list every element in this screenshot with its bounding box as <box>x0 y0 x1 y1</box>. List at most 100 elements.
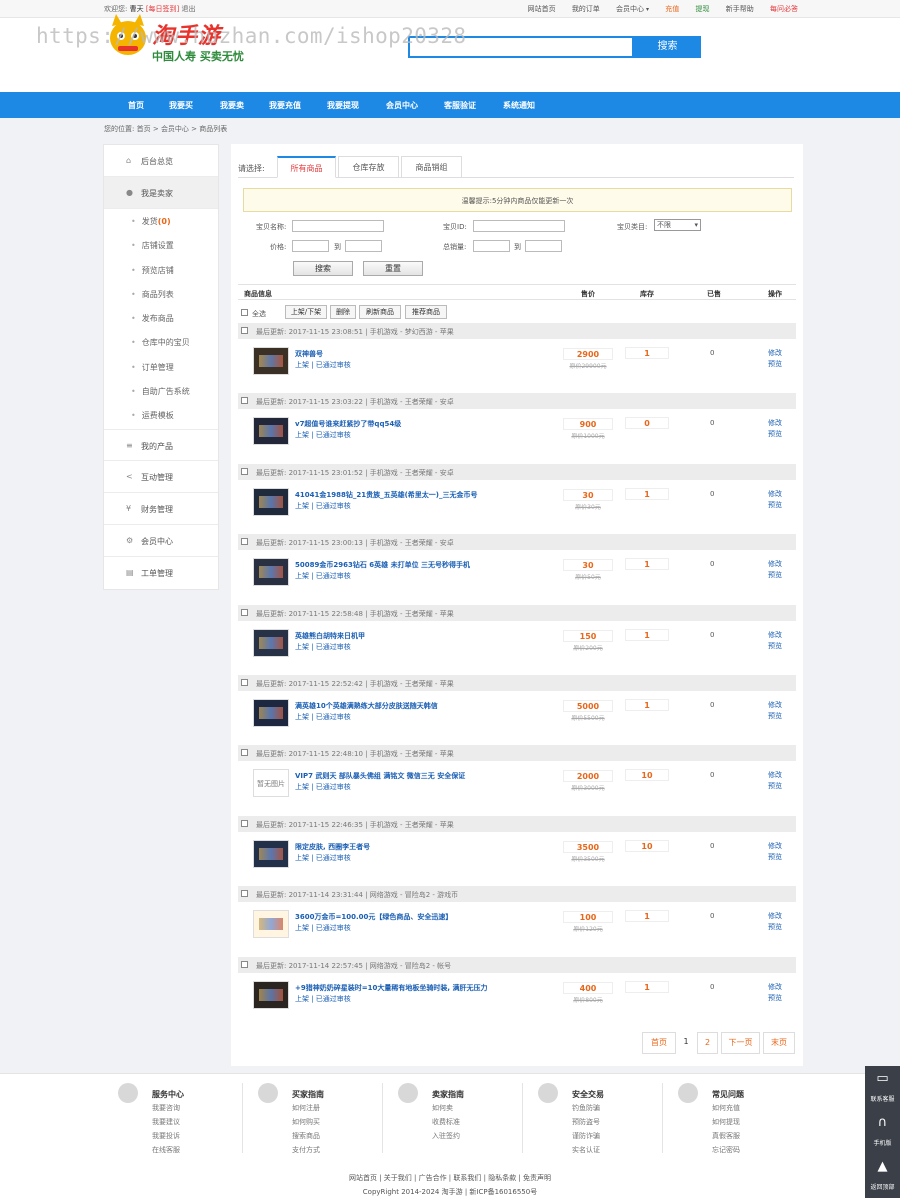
search-button[interactable]: 搜索 <box>634 36 701 58</box>
filter-price-min[interactable] <box>292 240 329 252</box>
filter-name-input[interactable] <box>292 220 384 232</box>
float-mobile[interactable]: ∩ 手机版 <box>865 1110 900 1154</box>
logout-link[interactable]: 退出 <box>182 5 196 13</box>
pager-page-2[interactable]: 2 <box>697 1032 718 1054</box>
preview-link[interactable]: 预览 <box>768 922 782 933</box>
edit-link[interactable]: 修改 <box>768 559 782 570</box>
row-checkbox[interactable] <box>241 397 248 404</box>
sidebar-item-member-center[interactable]: ⚙ 会员中心 <box>104 525 218 557</box>
reset-filter-button[interactable]: 重置 <box>363 261 423 276</box>
footer-link[interactable]: 支付方式 <box>292 1145 320 1155</box>
product-title[interactable]: 满英雄10个英雄满熟练大部分皮肤送随天韩信 <box>295 701 438 711</box>
footer-link[interactable]: 搜索商品 <box>292 1131 320 1141</box>
preview-link[interactable]: 预览 <box>768 570 782 581</box>
tab-warehouse[interactable]: 仓库存放 <box>338 156 399 178</box>
row-checkbox[interactable] <box>241 749 248 756</box>
product-title[interactable]: 3600万金币=100.00元【绿色商品、安全迅速】 <box>295 912 452 922</box>
footer-link[interactable]: 如何提现 <box>712 1117 740 1127</box>
footer-link[interactable]: 预防盗号 <box>572 1117 600 1127</box>
product-thumbnail[interactable] <box>253 417 289 445</box>
preview-link[interactable]: 预览 <box>768 711 782 722</box>
nav-home[interactable]: 首页 <box>128 100 144 111</box>
row-checkbox[interactable] <box>241 609 248 616</box>
sidebar-sub-warehouse[interactable]: 仓库中的宝贝 <box>131 337 190 348</box>
nav-service-verify[interactable]: 客服验证 <box>444 100 476 111</box>
filter-category-select[interactable]: 不限 ▾ <box>654 219 701 231</box>
product-thumbnail[interactable] <box>253 699 289 727</box>
product-thumbnail[interactable]: 暂无图片 <box>253 769 289 797</box>
float-contact-service[interactable]: ▭ 联系客服 <box>865 1066 900 1110</box>
sidebar-sub-ads[interactable]: 自助广告系统 <box>131 386 190 397</box>
pager-first[interactable]: 首页 <box>642 1032 676 1054</box>
sidebar-item-tickets[interactable]: ▤ 工单管理 <box>104 557 218 589</box>
row-checkbox[interactable] <box>241 679 248 686</box>
search-filter-button[interactable]: 搜索 <box>293 261 353 276</box>
product-title[interactable]: VIP7 武则天 部队暴头佛组 满铭文 微信三无 安全保证 <box>295 771 465 781</box>
sidebar-sub-publish[interactable]: 发布商品 <box>131 313 174 324</box>
pager-next[interactable]: 下一页 <box>721 1032 760 1054</box>
product-status[interactable]: 上架 | 已通过审核 <box>295 360 351 370</box>
edit-link[interactable]: 修改 <box>768 489 782 500</box>
edit-link[interactable]: 修改 <box>768 770 782 781</box>
footer-link[interactable]: 在线客服 <box>152 1145 180 1155</box>
sidebar-sub-orders[interactable]: 订单管理 <box>131 362 174 373</box>
select-all-checkbox[interactable] <box>241 309 248 316</box>
breadcrumb-home[interactable]: 首页 <box>137 125 151 133</box>
footer-link[interactable]: 钓鱼防骗 <box>572 1103 600 1113</box>
sidebar-sub-preview-shop[interactable]: 预览店铺 <box>131 265 174 276</box>
top-link-withdraw[interactable]: 提现 <box>696 5 710 13</box>
product-title[interactable]: 双神兽号 <box>295 349 323 359</box>
product-status[interactable]: 上架 | 已通过审核 <box>295 430 351 440</box>
product-thumbnail[interactable] <box>253 558 289 586</box>
footer-link[interactable]: 我要建议 <box>152 1117 180 1127</box>
top-link-member[interactable]: 会员中心 <box>616 5 644 13</box>
pager-last[interactable]: 末页 <box>763 1032 795 1054</box>
sidebar-item-overview[interactable]: ⌂ 后台总览 <box>104 145 218 177</box>
footer-link[interactable]: 实名认证 <box>572 1145 600 1155</box>
filter-price-max[interactable] <box>345 240 382 252</box>
product-title[interactable]: v7超值号谁来赶紧抄了带qq54级 <box>295 419 401 429</box>
product-title[interactable]: +9猎神奶奶碎星装时=10大量稀有地板坐骑时装, 满肝无压力 <box>295 983 487 993</box>
sidebar-sub-shipping-template[interactable]: 运费模板 <box>131 410 174 421</box>
row-checkbox[interactable] <box>241 327 248 334</box>
product-status[interactable]: 上架 | 已通过审核 <box>295 642 351 652</box>
product-status[interactable]: 上架 | 已通过审核 <box>295 782 351 792</box>
sidebar-item-seller[interactable]: ● 我是卖家 <box>104 177 218 209</box>
product-thumbnail[interactable] <box>253 910 289 938</box>
product-title[interactable]: 英雄熊白胡特来日机甲 <box>295 631 365 641</box>
footer-link[interactable]: 忘记密码 <box>712 1145 740 1155</box>
footer-link[interactable]: 如何注册 <box>292 1103 320 1113</box>
product-status[interactable]: 上架 | 已通过审核 <box>295 501 351 511</box>
row-checkbox[interactable] <box>241 890 248 897</box>
edit-link[interactable]: 修改 <box>768 841 782 852</box>
footer-link[interactable]: 入驻签约 <box>432 1131 460 1141</box>
recommend-products-button[interactable]: 推荐商品 <box>405 305 447 319</box>
product-thumbnail[interactable] <box>253 629 289 657</box>
product-title[interactable]: 限定皮肤, 西圈李王者号 <box>295 842 370 852</box>
product-status[interactable]: 上架 | 已通过审核 <box>295 712 351 722</box>
top-link-home[interactable]: 网站首页 <box>528 5 556 13</box>
nav-recharge[interactable]: 我要充值 <box>269 100 301 111</box>
filter-sales-min[interactable] <box>473 240 510 252</box>
nav-withdraw[interactable]: 我要提现 <box>327 100 359 111</box>
product-status[interactable]: 上架 | 已通过审核 <box>295 853 351 863</box>
sidebar-sub-product-list[interactable]: 商品列表 <box>131 289 174 300</box>
delete-button[interactable]: 删除 <box>330 305 356 319</box>
breadcrumb-member[interactable]: 会员中心 <box>161 125 189 133</box>
edit-link[interactable]: 修改 <box>768 630 782 641</box>
preview-link[interactable]: 预览 <box>768 641 782 652</box>
refresh-products-button[interactable]: 刷新商品 <box>359 305 401 319</box>
product-status[interactable]: 上架 | 已通过审核 <box>295 571 351 581</box>
footer-link[interactable]: 我要咨询 <box>152 1103 180 1113</box>
row-checkbox[interactable] <box>241 468 248 475</box>
filter-id-input[interactable] <box>473 220 565 232</box>
preview-link[interactable]: 预览 <box>768 852 782 863</box>
edit-link[interactable]: 修改 <box>768 700 782 711</box>
edit-link[interactable]: 修改 <box>768 418 782 429</box>
footer-links[interactable]: 网站首页 | 关于我们 | 广告合作 | 联系我们 | 隐私条款 | 免责声明 <box>0 1173 900 1183</box>
product-status[interactable]: 上架 | 已通过审核 <box>295 923 351 933</box>
toggle-listing-button[interactable]: 上架/下架 <box>285 305 327 319</box>
footer-link[interactable]: 真假客服 <box>712 1131 740 1141</box>
nav-notices[interactable]: 系统通知 <box>503 100 535 111</box>
edit-link[interactable]: 修改 <box>768 982 782 993</box>
